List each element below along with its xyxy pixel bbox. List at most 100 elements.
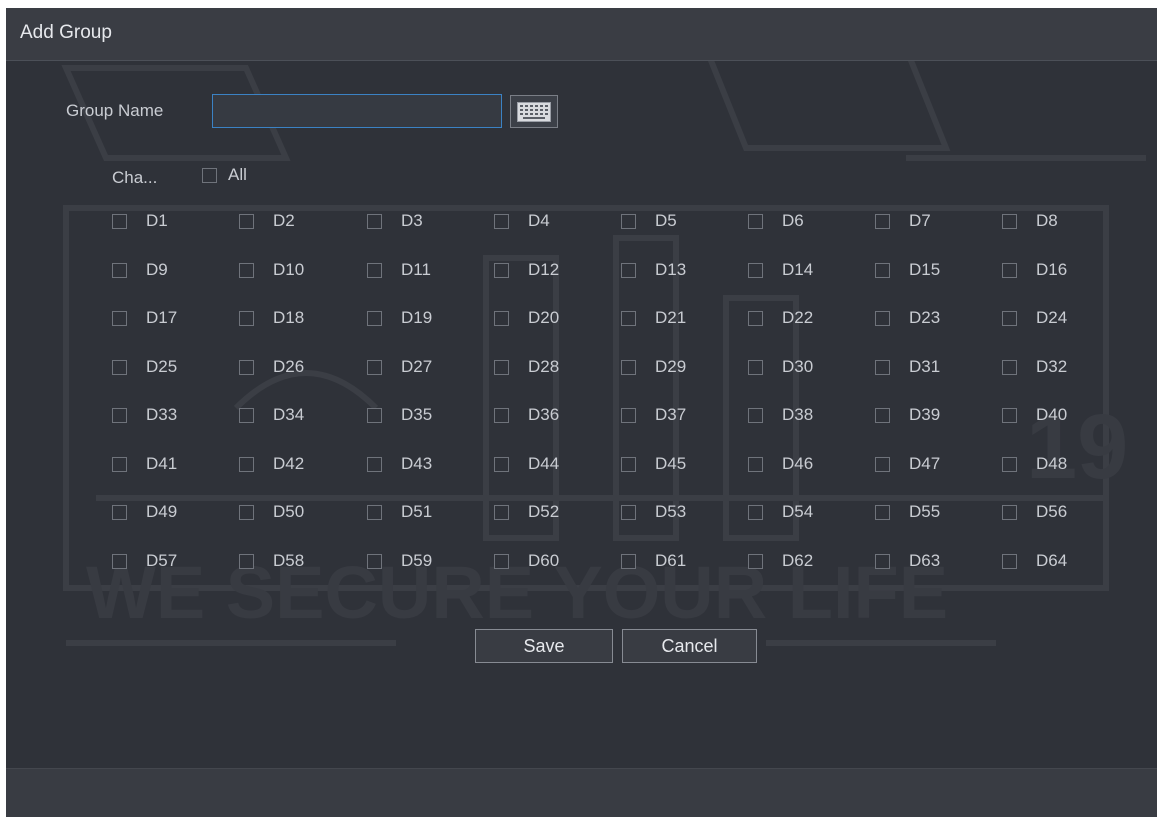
- channel-label: D45: [655, 454, 687, 473]
- channel-checkbox[interactable]: [748, 505, 763, 520]
- channel-checkbox[interactable]: [621, 554, 636, 569]
- channel-checkbox[interactable]: [239, 311, 254, 326]
- channel-checkbox[interactable]: [1002, 360, 1017, 375]
- channel-checkbox[interactable]: [367, 214, 382, 229]
- channel-checkbox[interactable]: [239, 360, 254, 375]
- channel-label: D1: [146, 211, 168, 230]
- channel-checkbox[interactable]: [112, 214, 127, 229]
- channel-checkbox[interactable]: [875, 457, 890, 472]
- keyboard-icon: [517, 101, 551, 122]
- channel-label: D34: [273, 405, 305, 424]
- channel-checkbox[interactable]: [112, 360, 127, 375]
- channel-checkbox[interactable]: [621, 263, 636, 278]
- channel-label: D6: [782, 211, 804, 230]
- channel-label: D30: [782, 357, 814, 376]
- channel-label: D27: [401, 357, 433, 376]
- channel-checkbox[interactable]: [621, 360, 636, 375]
- channel-checkbox[interactable]: [494, 408, 509, 423]
- channel-checkbox[interactable]: [1002, 457, 1017, 472]
- channel-checkbox[interactable]: [239, 457, 254, 472]
- channel-label: D46: [782, 454, 814, 473]
- channel-checkbox[interactable]: [1002, 311, 1017, 326]
- channel-checkbox[interactable]: [367, 360, 382, 375]
- cancel-button[interactable]: Cancel: [622, 629, 757, 663]
- channel-checkbox[interactable]: [875, 360, 890, 375]
- channel-checkbox[interactable]: [367, 311, 382, 326]
- channel-label: D31: [909, 357, 941, 376]
- channel-label: D2: [273, 211, 295, 230]
- channel-label: D20: [528, 308, 560, 327]
- channel-label: D56: [1036, 502, 1068, 521]
- channel-checkbox[interactable]: [875, 554, 890, 569]
- channel-label: D41: [146, 454, 178, 473]
- channel-checkbox[interactable]: [494, 360, 509, 375]
- channel-checkbox[interactable]: [112, 554, 127, 569]
- channel-label: D5: [655, 211, 677, 230]
- channel-checkbox[interactable]: [875, 214, 890, 229]
- channel-checkbox[interactable]: [494, 457, 509, 472]
- channel-label: D60: [528, 551, 560, 570]
- channel-checkbox[interactable]: [1002, 408, 1017, 423]
- channel-label: D28: [528, 357, 560, 376]
- channel-label: D12: [528, 260, 560, 279]
- channel-checkbox[interactable]: [875, 505, 890, 520]
- channel-label: D51: [401, 502, 433, 521]
- channel-checkbox[interactable]: [239, 505, 254, 520]
- channel-checkbox[interactable]: [1002, 263, 1017, 278]
- channel-checkbox[interactable]: [748, 457, 763, 472]
- channel-checkbox[interactable]: [367, 457, 382, 472]
- channel-checkbox[interactable]: [494, 554, 509, 569]
- channel-label: D63: [909, 551, 941, 570]
- channel-checkbox[interactable]: [748, 408, 763, 423]
- channel-checkbox[interactable]: [494, 505, 509, 520]
- channel-checkbox[interactable]: [494, 214, 509, 229]
- channel-checkbox[interactable]: [621, 408, 636, 423]
- channel-checkbox[interactable]: [1002, 554, 1017, 569]
- channel-label: D13: [655, 260, 687, 279]
- channel-checkbox[interactable]: [112, 408, 127, 423]
- channel-checkbox[interactable]: [112, 457, 127, 472]
- channel-checkbox[interactable]: [494, 311, 509, 326]
- channel-label: D55: [909, 502, 941, 521]
- channel-checkbox[interactable]: [748, 214, 763, 229]
- channel-checkbox[interactable]: [367, 554, 382, 569]
- channel-label: D43: [401, 454, 433, 473]
- save-button[interactable]: Save: [475, 629, 613, 663]
- channel-checkbox[interactable]: [367, 408, 382, 423]
- channel-checkbox[interactable]: [112, 311, 127, 326]
- channel-checkbox[interactable]: [621, 214, 636, 229]
- channel-checkbox[interactable]: [875, 311, 890, 326]
- channel-checkbox[interactable]: [1002, 214, 1017, 229]
- channel-checkbox[interactable]: [112, 505, 127, 520]
- channel-checkbox[interactable]: [875, 408, 890, 423]
- dialog-title: Add Group: [20, 22, 112, 43]
- channel-checkbox[interactable]: [239, 554, 254, 569]
- channel-label: D10: [273, 260, 305, 279]
- channel-checkbox[interactable]: [748, 360, 763, 375]
- channel-checkbox[interactable]: [112, 263, 127, 278]
- channel-checkbox[interactable]: [367, 263, 382, 278]
- all-checkbox[interactable]: [202, 168, 217, 183]
- channel-checkbox[interactable]: [239, 408, 254, 423]
- channel-label: D48: [1036, 454, 1068, 473]
- channel-label: D14: [782, 260, 814, 279]
- channel-checkbox[interactable]: [367, 505, 382, 520]
- channel-checkbox[interactable]: [239, 263, 254, 278]
- channel-checkbox[interactable]: [621, 457, 636, 472]
- group-name-input[interactable]: [212, 94, 502, 128]
- channel-checkbox[interactable]: [748, 263, 763, 278]
- channel-label: D16: [1036, 260, 1068, 279]
- channel-checkbox[interactable]: [494, 263, 509, 278]
- channel-checkbox[interactable]: [875, 263, 890, 278]
- channel-label: D37: [655, 405, 687, 424]
- keyboard-button[interactable]: [510, 95, 558, 128]
- channel-checkbox[interactable]: [621, 311, 636, 326]
- channel-label: D24: [1036, 308, 1068, 327]
- channel-label: D53: [655, 502, 687, 521]
- channel-label: D15: [909, 260, 941, 279]
- channel-checkbox[interactable]: [621, 505, 636, 520]
- channel-checkbox[interactable]: [748, 311, 763, 326]
- channel-checkbox[interactable]: [239, 214, 254, 229]
- channel-checkbox[interactable]: [1002, 505, 1017, 520]
- channel-checkbox[interactable]: [748, 554, 763, 569]
